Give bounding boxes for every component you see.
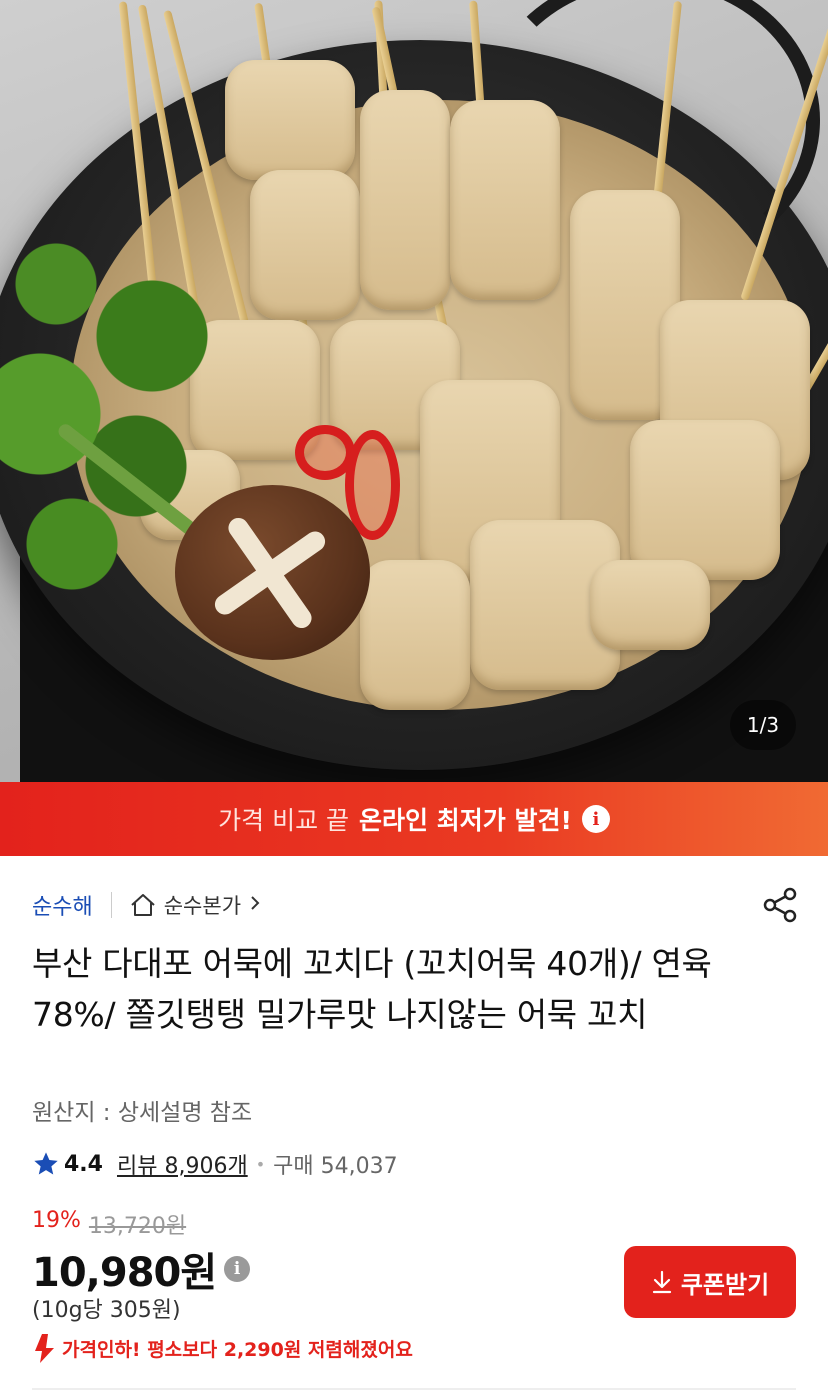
sale-price: 10,980원 (32, 1250, 217, 1296)
discount-rate: 19% (32, 1208, 81, 1233)
share-icon[interactable] (760, 885, 800, 925)
separator-dot: • (255, 1154, 266, 1174)
store-label: 순수본가 (163, 894, 242, 918)
review-count-link[interactable]: 리뷰 8,906개 (117, 1148, 248, 1180)
section-divider (32, 1388, 796, 1390)
banner-highlight: 온라인 최저가 발견! (359, 806, 572, 835)
fishcake-decoration (450, 100, 560, 300)
rating-row: 4.4 리뷰 8,906개 • 구매 54,037 (32, 1146, 398, 1182)
divider (110, 892, 112, 918)
coupon-button[interactable]: 쿠폰받기 (624, 1246, 796, 1318)
rating-value: 4.4 (64, 1151, 103, 1177)
store-link[interactable]: 순수본가 (130, 890, 261, 920)
chevron-right-icon (249, 893, 261, 917)
fishcake-decoration (225, 60, 355, 180)
lowest-price-banner[interactable]: 가격 비교 끝 온라인 최저가 발견! i (0, 782, 828, 856)
product-image[interactable]: 1/3 (0, 0, 828, 782)
image-counter: 1/3 (730, 700, 796, 750)
seller-name-link[interactable]: 순수해 (32, 889, 93, 921)
product-title: 부산 다대포 어묵에 꼬치다 (꼬치어묵 40개)/ 연육78%/ 쫄깃탱탱 밀… (32, 944, 712, 1034)
seller-row: 순수해 순수본가 (32, 880, 800, 930)
fishcake-decoration (630, 420, 780, 580)
original-price: 13,720원 (88, 1214, 187, 1239)
price-drop-notice: 가격인하! 평소보다 2,290원 저렴해졌어요 (32, 1332, 413, 1364)
banner-prefix: 가격 비교 끝 (218, 806, 350, 835)
price-drop-text: 가격인하! 평소보다 2,290원 저렴해졌어요 (62, 1338, 413, 1361)
coupon-label: 쿠폰받기 (680, 1270, 770, 1299)
discount-row: 19% 13,720원 (32, 1208, 186, 1240)
price-info-icon[interactable]: i (224, 1256, 251, 1282)
download-icon (651, 1270, 673, 1294)
purchase-count: 구매 54,037 (273, 1154, 398, 1179)
price-row: 10,980원 i (32, 1240, 251, 1298)
unit-price: (10g당 305원) (32, 1298, 181, 1323)
product-origin: 원산지 : 상세설명 참조 (32, 1100, 253, 1126)
star-icon (32, 1150, 60, 1178)
price-down-arrow-icon (32, 1332, 58, 1364)
info-icon[interactable]: i (581, 805, 610, 833)
fishcake-decoration (360, 560, 470, 710)
home-icon (130, 893, 156, 917)
fishcake-decoration (590, 560, 710, 650)
mushroom-decoration (175, 485, 370, 660)
fishcake-decoration (360, 90, 450, 310)
